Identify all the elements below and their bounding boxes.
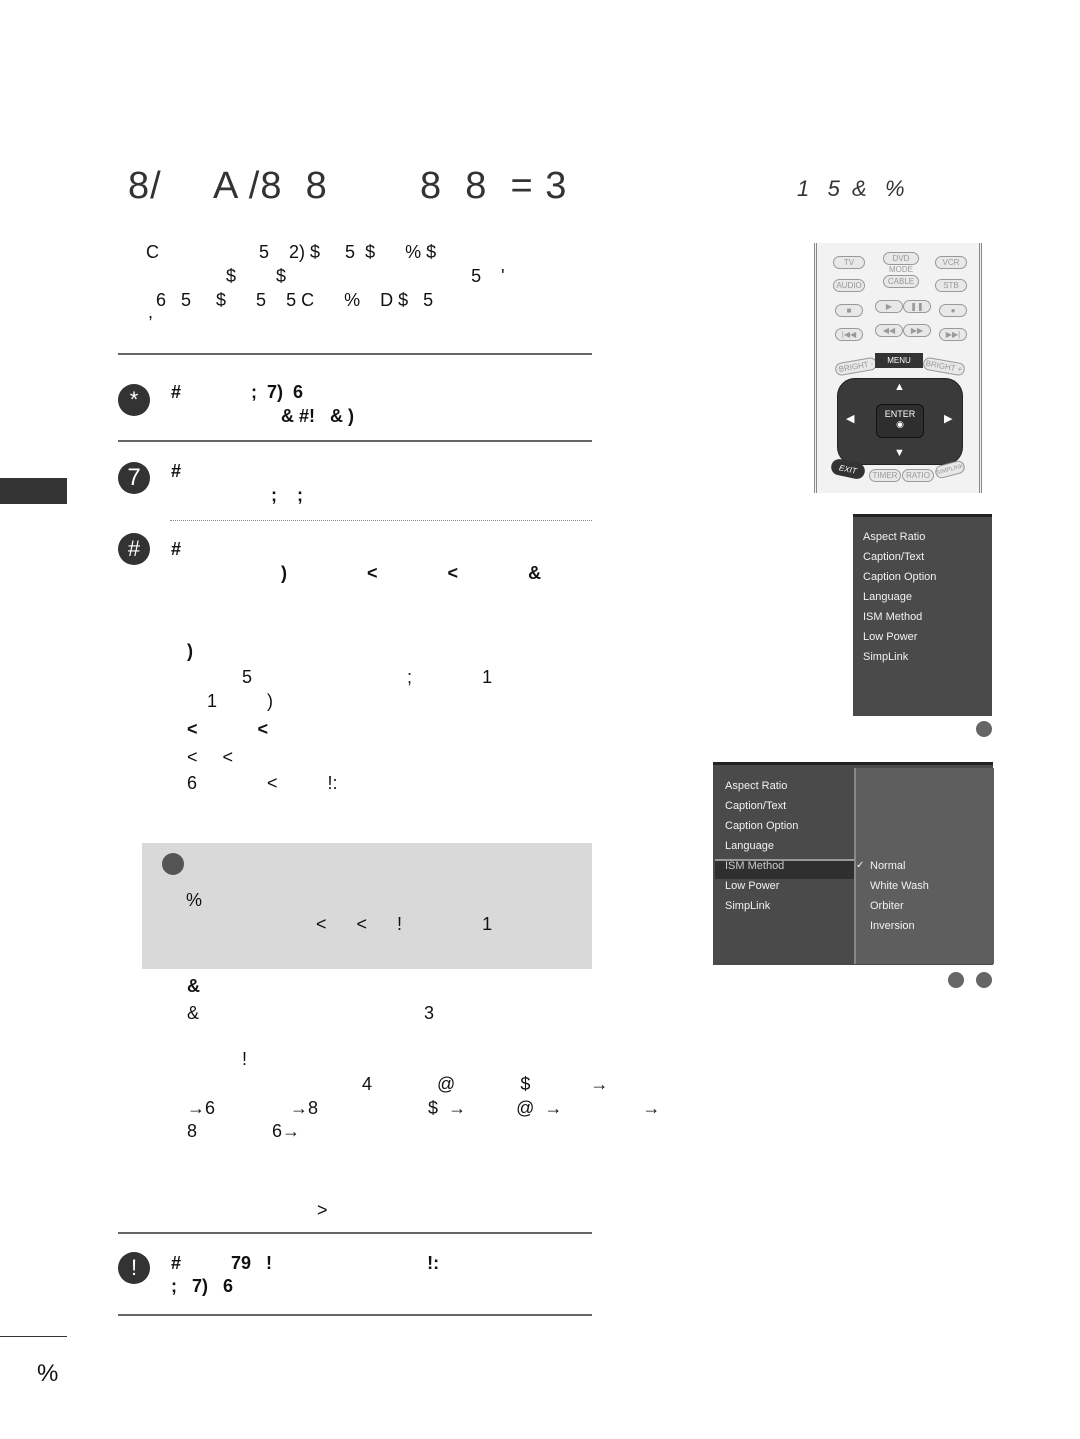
- ism-options-panel: ✓ Normal White Wash Orbiter Inversion: [854, 768, 994, 964]
- menu-item-ism-method[interactable]: ISM Method: [863, 611, 922, 623]
- remote-menu-button: MENU: [875, 353, 923, 368]
- intro-line: C 5 2) $ 5 $ % $: [146, 242, 437, 262]
- remote-vcr-button: VCR: [935, 256, 967, 269]
- divider: [118, 1232, 592, 1234]
- intro-line: $ $ 5 ': [146, 266, 505, 286]
- arrow-up-icon: ▲: [894, 381, 905, 393]
- final-step-line: # 79 ! !:: [171, 1253, 440, 1273]
- divider: [118, 440, 592, 442]
- menu-item-aspect-ratio[interactable]: Aspect Ratio: [863, 531, 925, 543]
- remote-record-button: ●: [939, 304, 967, 317]
- divider: [118, 1314, 592, 1316]
- menu-item-aspect-ratio[interactable]: Aspect Ratio: [725, 780, 787, 792]
- menu-item-low-power[interactable]: Low Power: [725, 880, 779, 892]
- step-3-detail: ): [187, 641, 193, 661]
- step-2-line: ; ;: [171, 485, 304, 505]
- after-note-line: 8 6→: [187, 1121, 301, 1141]
- remote-stop-button: ■: [835, 304, 863, 317]
- after-note-line: 4 @ $ →: [187, 1074, 609, 1094]
- after-note-line: →6 →8 $ → @ → →: [187, 1098, 661, 1118]
- step-badge-2: 7: [118, 462, 150, 494]
- step-3-detail: < <: [187, 719, 269, 739]
- step-indicator-dot: [976, 972, 992, 988]
- tail-line: >: [187, 1200, 328, 1220]
- step-2-line: #: [171, 461, 182, 481]
- arrow-down-icon: ▼: [894, 447, 905, 459]
- intro-line: ,: [148, 302, 154, 322]
- remote-timer-button: TIMER: [869, 469, 901, 482]
- final-step-line: ; 7) 6: [171, 1276, 234, 1296]
- remote-enter-button: ENTER ◉: [876, 404, 924, 438]
- menu-item-caption-text[interactable]: Caption/Text: [725, 800, 786, 812]
- arrow-left-icon: ◀: [846, 413, 855, 425]
- step-3-line: #: [171, 539, 182, 559]
- step-badge-final: !: [118, 1252, 150, 1284]
- step-3-detail: 1 ): [187, 691, 274, 711]
- after-note-line: & 3: [187, 1003, 435, 1023]
- remote-rewind-button: ◀◀: [875, 324, 903, 337]
- remote-tv-button: TV: [833, 256, 865, 269]
- osd-option-menu: Aspect Ratio Caption/Text Caption Option…: [853, 514, 992, 716]
- step-3-detail: < <: [187, 747, 234, 767]
- step-indicator-dot: [976, 721, 992, 737]
- arrow-right-icon: ▶: [944, 413, 953, 425]
- note-line: < < ! 1: [186, 914, 493, 934]
- step-badge-1: *: [118, 384, 150, 416]
- chapter-tab-marker: [0, 478, 67, 504]
- remote-play-button: ▶: [875, 300, 903, 313]
- remote-cable-button: CABLE: [883, 275, 919, 288]
- remote-next-button: ▶▶|: [939, 328, 967, 341]
- step-badge-3: #: [118, 533, 150, 565]
- option-white-wash[interactable]: White Wash: [870, 880, 929, 892]
- option-normal[interactable]: Normal: [870, 860, 905, 872]
- after-note-line: &: [187, 976, 200, 996]
- osd-ism-submenu: Aspect Ratio Caption/Text Caption Option…: [713, 762, 994, 965]
- remote-dpad: ▲ ▼ ◀ ▶ ENTER ◉: [837, 378, 963, 465]
- note-line: %: [186, 890, 203, 910]
- divider: [118, 353, 592, 355]
- section-subtitle: 1 5 & %: [797, 176, 905, 201]
- menu-item-simplink[interactable]: SimpLink: [863, 651, 908, 663]
- menu-item-ism-method-selected[interactable]: ISM Method: [725, 860, 784, 872]
- remote-prev-button: |◀◀: [835, 328, 863, 341]
- menu-item-low-power[interactable]: Low Power: [863, 631, 917, 643]
- menu-item-simplink[interactable]: SimpLink: [725, 900, 770, 912]
- remote-mode-label: MODE: [889, 265, 913, 274]
- option-inversion[interactable]: Inversion: [870, 920, 915, 932]
- step-3-detail: 6 < !:: [187, 773, 338, 793]
- remote-stb-button: STB: [935, 279, 967, 292]
- remote-bright-minus-button: BRIGHT -: [834, 356, 878, 377]
- option-orbiter[interactable]: Orbiter: [870, 900, 904, 912]
- footer-divider: [0, 1336, 67, 1337]
- step-1-line: & #! & ): [171, 406, 355, 426]
- remote-control-illustration: TV DVD VCR MODE AUDIO CABLE STB ■ ▶ ❚❚ ●…: [814, 243, 982, 493]
- menu-item-caption-option[interactable]: Caption Option: [863, 571, 936, 583]
- step-indicator-dot: [948, 972, 964, 988]
- enter-icon: ◉: [896, 419, 904, 429]
- menu-item-caption-text[interactable]: Caption/Text: [863, 551, 924, 563]
- remote-bright-plus-button: BRIGHT +: [922, 356, 966, 377]
- remote-pause-button: ❚❚: [903, 300, 931, 313]
- step-1-line: # ; 7) 6: [171, 382, 304, 402]
- remote-dvd-button: DVD: [883, 252, 919, 265]
- note-icon: [162, 853, 184, 875]
- check-icon: ✓: [856, 860, 865, 871]
- menu-item-language[interactable]: Language: [725, 840, 774, 852]
- remote-forward-button: ▶▶: [903, 324, 931, 337]
- enter-label: ENTER: [884, 409, 916, 419]
- step-3-line: ) < < &: [171, 563, 542, 583]
- menu-item-caption-option[interactable]: Caption Option: [725, 820, 798, 832]
- step-3-detail: 5 ; 1: [187, 667, 493, 687]
- page-title-part-1: 8/: [128, 165, 162, 207]
- menu-item-language[interactable]: Language: [863, 591, 912, 603]
- page-number: %: [37, 1360, 59, 1387]
- after-note-line: !: [187, 1049, 248, 1069]
- remote-ratio-button: RATIO: [902, 469, 934, 482]
- dotted-divider: [170, 520, 592, 521]
- remote-audio-button: AUDIO: [833, 279, 865, 292]
- page-title-part-3: 8 8 = 3: [420, 165, 568, 207]
- note-box: [142, 843, 592, 969]
- page-title-part-2: A /8 8: [213, 165, 328, 207]
- intro-line: 6 5 $ 5 5 C % D $ 5: [146, 290, 434, 310]
